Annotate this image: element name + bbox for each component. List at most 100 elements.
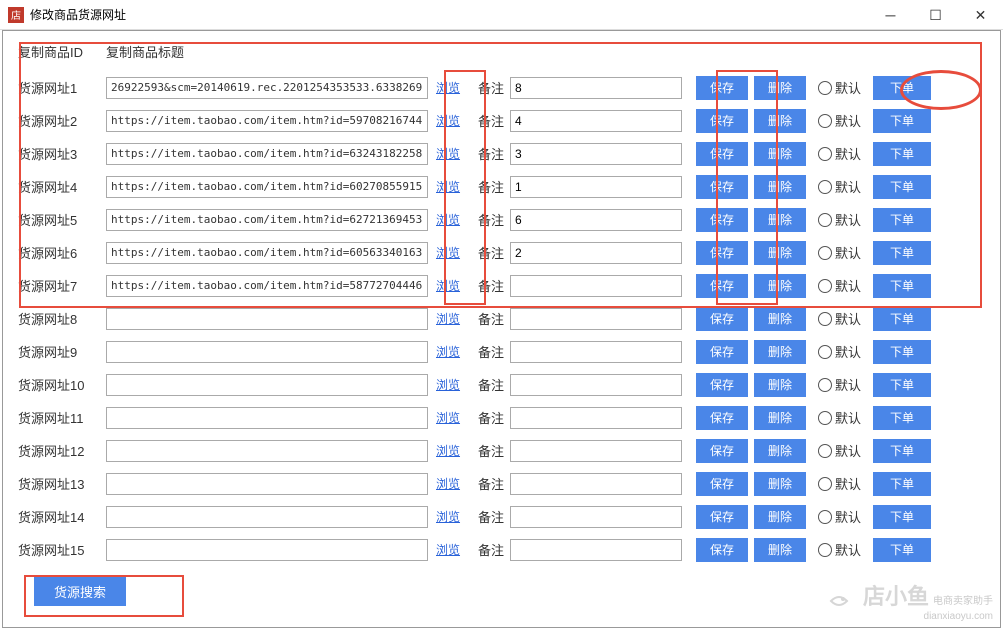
save-button[interactable]: 保存 xyxy=(696,472,748,496)
url-input[interactable] xyxy=(106,275,428,297)
delete-button[interactable]: 删除 xyxy=(754,109,806,133)
order-button[interactable]: 下单 xyxy=(873,241,931,265)
remark-input[interactable] xyxy=(510,77,682,99)
remark-input[interactable] xyxy=(510,242,682,264)
browse-link[interactable]: 浏览 xyxy=(436,79,460,96)
remark-input[interactable] xyxy=(510,275,682,297)
order-button[interactable]: 下单 xyxy=(873,538,931,562)
url-input[interactable] xyxy=(106,374,428,396)
default-radio[interactable] xyxy=(818,180,832,194)
default-radio[interactable] xyxy=(818,213,832,227)
url-input[interactable] xyxy=(106,473,428,495)
url-input[interactable] xyxy=(106,308,428,330)
delete-button[interactable]: 删除 xyxy=(754,505,806,529)
save-button[interactable]: 保存 xyxy=(696,538,748,562)
order-button[interactable]: 下单 xyxy=(873,307,931,331)
url-input[interactable] xyxy=(106,341,428,363)
order-button[interactable]: 下单 xyxy=(873,406,931,430)
browse-link[interactable]: 浏览 xyxy=(436,145,460,162)
default-radio[interactable] xyxy=(818,147,832,161)
default-radio[interactable] xyxy=(818,477,832,491)
delete-button[interactable]: 删除 xyxy=(754,241,806,265)
order-button[interactable]: 下单 xyxy=(873,274,931,298)
save-button[interactable]: 保存 xyxy=(696,241,748,265)
save-button[interactable]: 保存 xyxy=(696,274,748,298)
minimize-button[interactable]: ─ xyxy=(868,0,913,30)
remark-input[interactable] xyxy=(510,308,682,330)
browse-link[interactable]: 浏览 xyxy=(436,310,460,327)
browse-link[interactable]: 浏览 xyxy=(436,409,460,426)
source-search-button[interactable]: 货源搜索 xyxy=(34,576,126,606)
url-input[interactable] xyxy=(106,440,428,462)
order-button[interactable]: 下单 xyxy=(873,373,931,397)
default-radio[interactable] xyxy=(818,114,832,128)
delete-button[interactable]: 删除 xyxy=(754,406,806,430)
remark-input[interactable] xyxy=(510,539,682,561)
browse-link[interactable]: 浏览 xyxy=(436,277,460,294)
remark-input[interactable] xyxy=(510,143,682,165)
url-input[interactable] xyxy=(106,77,428,99)
url-input[interactable] xyxy=(106,143,428,165)
remark-input[interactable] xyxy=(510,341,682,363)
delete-button[interactable]: 删除 xyxy=(754,76,806,100)
save-button[interactable]: 保存 xyxy=(696,76,748,100)
browse-link[interactable]: 浏览 xyxy=(436,112,460,129)
default-radio[interactable] xyxy=(818,81,832,95)
order-button[interactable]: 下单 xyxy=(873,439,931,463)
order-button[interactable]: 下单 xyxy=(873,142,931,166)
save-button[interactable]: 保存 xyxy=(696,505,748,529)
url-input[interactable] xyxy=(106,176,428,198)
browse-link[interactable]: 浏览 xyxy=(436,541,460,558)
browse-link[interactable]: 浏览 xyxy=(436,343,460,360)
remark-input[interactable] xyxy=(510,374,682,396)
delete-button[interactable]: 删除 xyxy=(754,208,806,232)
delete-button[interactable]: 删除 xyxy=(754,373,806,397)
maximize-button[interactable]: ☐ xyxy=(913,0,958,30)
remark-input[interactable] xyxy=(510,473,682,495)
save-button[interactable]: 保存 xyxy=(696,307,748,331)
url-input[interactable] xyxy=(106,110,428,132)
close-button[interactable]: ✕ xyxy=(958,0,1003,30)
url-input[interactable] xyxy=(106,506,428,528)
browse-link[interactable]: 浏览 xyxy=(436,442,460,459)
default-radio[interactable] xyxy=(818,543,832,557)
order-button[interactable]: 下单 xyxy=(873,505,931,529)
browse-link[interactable]: 浏览 xyxy=(436,508,460,525)
save-button[interactable]: 保存 xyxy=(696,208,748,232)
save-button[interactable]: 保存 xyxy=(696,142,748,166)
browse-link[interactable]: 浏览 xyxy=(436,376,460,393)
order-button[interactable]: 下单 xyxy=(873,340,931,364)
browse-link[interactable]: 浏览 xyxy=(436,244,460,261)
remark-input[interactable] xyxy=(510,506,682,528)
default-radio[interactable] xyxy=(818,411,832,425)
save-button[interactable]: 保存 xyxy=(696,439,748,463)
save-button[interactable]: 保存 xyxy=(696,109,748,133)
url-input[interactable] xyxy=(106,407,428,429)
browse-link[interactable]: 浏览 xyxy=(436,178,460,195)
url-input[interactable] xyxy=(106,242,428,264)
default-radio[interactable] xyxy=(818,444,832,458)
default-radio[interactable] xyxy=(818,312,832,326)
order-button[interactable]: 下单 xyxy=(873,175,931,199)
delete-button[interactable]: 删除 xyxy=(754,439,806,463)
remark-input[interactable] xyxy=(510,110,682,132)
order-button[interactable]: 下单 xyxy=(873,109,931,133)
default-radio[interactable] xyxy=(818,378,832,392)
delete-button[interactable]: 删除 xyxy=(754,307,806,331)
remark-input[interactable] xyxy=(510,440,682,462)
delete-button[interactable]: 删除 xyxy=(754,274,806,298)
url-input[interactable] xyxy=(106,539,428,561)
order-button[interactable]: 下单 xyxy=(873,208,931,232)
remark-input[interactable] xyxy=(510,407,682,429)
delete-button[interactable]: 删除 xyxy=(754,340,806,364)
delete-button[interactable]: 删除 xyxy=(754,538,806,562)
save-button[interactable]: 保存 xyxy=(696,406,748,430)
order-button[interactable]: 下单 xyxy=(873,472,931,496)
delete-button[interactable]: 删除 xyxy=(754,175,806,199)
default-radio[interactable] xyxy=(818,246,832,260)
default-radio[interactable] xyxy=(818,510,832,524)
default-radio[interactable] xyxy=(818,345,832,359)
save-button[interactable]: 保存 xyxy=(696,175,748,199)
save-button[interactable]: 保存 xyxy=(696,340,748,364)
delete-button[interactable]: 删除 xyxy=(754,472,806,496)
